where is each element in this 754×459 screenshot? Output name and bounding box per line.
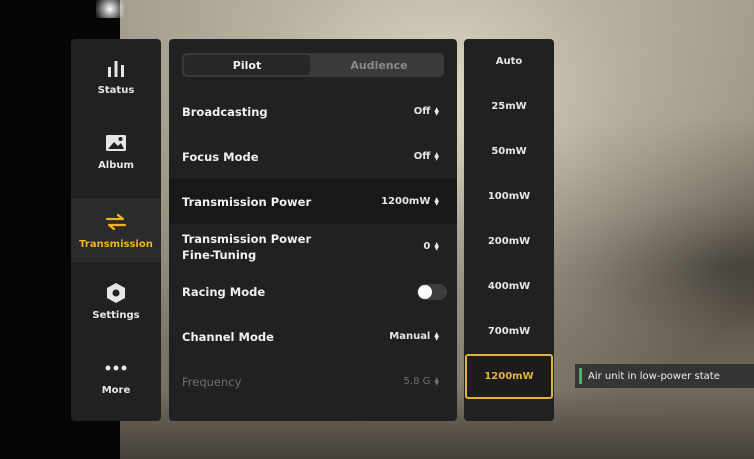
- transmission-power-label: Transmission Power: [182, 194, 312, 209]
- transmission-settings-panel: Pilot Audience Broadcasting Off ▲ ▼ Focus …: [169, 39, 457, 421]
- fine-tuning-label-line2: Fine-Tuning: [182, 247, 257, 262]
- menu-sidebar: Status Album Transmission Settings More: [71, 39, 161, 421]
- broadcasting-selector[interactable]: Off ▲ ▼: [414, 106, 439, 117]
- fine-tuning-value: 0: [423, 241, 431, 252]
- power-options-list: Auto 25mW 50mW 100mW 200mW 400mW 700mW 1…: [464, 39, 554, 421]
- power-option-auto[interactable]: Auto: [464, 39, 554, 84]
- toast-message: Air unit in low-power state: [588, 370, 720, 382]
- fine-tuning-selector[interactable]: 0 ▲ ▼: [423, 241, 439, 252]
- more-dots-icon: [105, 357, 127, 379]
- power-option-400mw[interactable]: 400mW: [464, 264, 554, 309]
- sidebar-item-label: Album: [98, 159, 134, 171]
- channel-mode-value: Manual: [389, 331, 431, 342]
- fine-tuning-label: Transmission Power Fine-Tuning: [182, 231, 311, 263]
- focus-mode-row[interactable]: Focus Mode Off ▲ ▼: [169, 134, 457, 179]
- fine-tuning-label-line1: Transmission Power: [182, 231, 312, 246]
- sidebar-item-transmission[interactable]: Transmission: [71, 198, 161, 262]
- channel-mode-selector[interactable]: Manual ▲ ▼: [389, 331, 439, 342]
- transmission-power-row[interactable]: Transmission Power 1200mW ▲ ▼: [169, 179, 457, 224]
- up-down-arrows-icon: ▲ ▼: [434, 195, 439, 207]
- frequency-selector[interactable]: 5.8 G ▲ ▼: [404, 376, 439, 387]
- sidebar-item-label: Status: [97, 84, 135, 96]
- status-toast: Air unit in low-power state: [575, 364, 754, 388]
- channel-mode-row[interactable]: Channel Mode Manual ▲ ▼: [169, 314, 457, 359]
- frequency-label: Frequency: [182, 374, 242, 389]
- sidebar-item-label: Settings: [92, 309, 140, 321]
- power-option-100mw[interactable]: 100mW: [464, 174, 554, 219]
- broadcasting-value: Off: [413, 106, 431, 117]
- focus-mode-label: Focus Mode: [182, 149, 259, 164]
- image-icon: [105, 132, 127, 154]
- sidebar-item-album[interactable]: Album: [71, 119, 161, 183]
- power-option-25mw[interactable]: 25mW: [464, 84, 554, 129]
- broadcasting-row[interactable]: Broadcasting Off ▲ ▼: [169, 89, 457, 134]
- toggle-knob: [418, 284, 432, 299]
- power-option-50mw[interactable]: 50mW: [464, 129, 554, 174]
- up-down-arrows-icon: ▲ ▼: [434, 375, 439, 387]
- bar-chart-icon: [105, 57, 127, 79]
- frequency-value: 5.8 G: [403, 376, 431, 387]
- channel-mode-label: Channel Mode: [182, 329, 274, 344]
- light-glare: [96, 0, 124, 18]
- frequency-row[interactable]: Frequency 5.8 G ▲ ▼: [169, 359, 457, 404]
- up-down-arrows-icon: ▲ ▼: [434, 240, 439, 252]
- transmission-power-value: 1200mW: [381, 196, 431, 207]
- transmission-power-selector[interactable]: 1200mW ▲ ▼: [381, 196, 439, 207]
- view-segmented-control: Pilot Audience: [182, 53, 444, 77]
- sidebar-item-more[interactable]: More: [71, 344, 161, 408]
- fine-tuning-row[interactable]: Transmission Power Fine-Tuning 0 ▲ ▼: [169, 224, 457, 269]
- tab-pilot[interactable]: Pilot: [184, 55, 310, 75]
- sidebar-item-label: Transmission: [79, 238, 153, 250]
- up-down-arrows-icon: ▲ ▼: [434, 105, 439, 117]
- focus-mode-value: Off: [413, 151, 431, 162]
- sidebar-item-settings[interactable]: Settings: [71, 269, 161, 333]
- broadcasting-label: Broadcasting: [182, 104, 268, 119]
- up-down-arrows-icon: ▲ ▼: [434, 150, 439, 162]
- racing-mode-row: Racing Mode: [169, 269, 457, 314]
- power-option-700mw[interactable]: 700mW: [464, 309, 554, 354]
- swap-arrows-icon: [105, 211, 127, 233]
- power-option-200mw[interactable]: 200mW: [464, 219, 554, 264]
- racing-mode-label: Racing Mode: [182, 284, 266, 299]
- racing-mode-toggle[interactable]: [417, 283, 447, 300]
- up-down-arrows-icon: ▲ ▼: [434, 330, 439, 342]
- sidebar-item-status[interactable]: Status: [71, 44, 161, 108]
- tab-audience[interactable]: Audience: [316, 55, 442, 75]
- sidebar-item-label: More: [101, 384, 131, 396]
- focus-mode-selector[interactable]: Off ▲ ▼: [414, 151, 439, 162]
- hexagon-gear-icon: [105, 282, 127, 304]
- power-option-1200mw[interactable]: 1200mW: [465, 354, 553, 399]
- toast-indicator: [579, 368, 582, 384]
